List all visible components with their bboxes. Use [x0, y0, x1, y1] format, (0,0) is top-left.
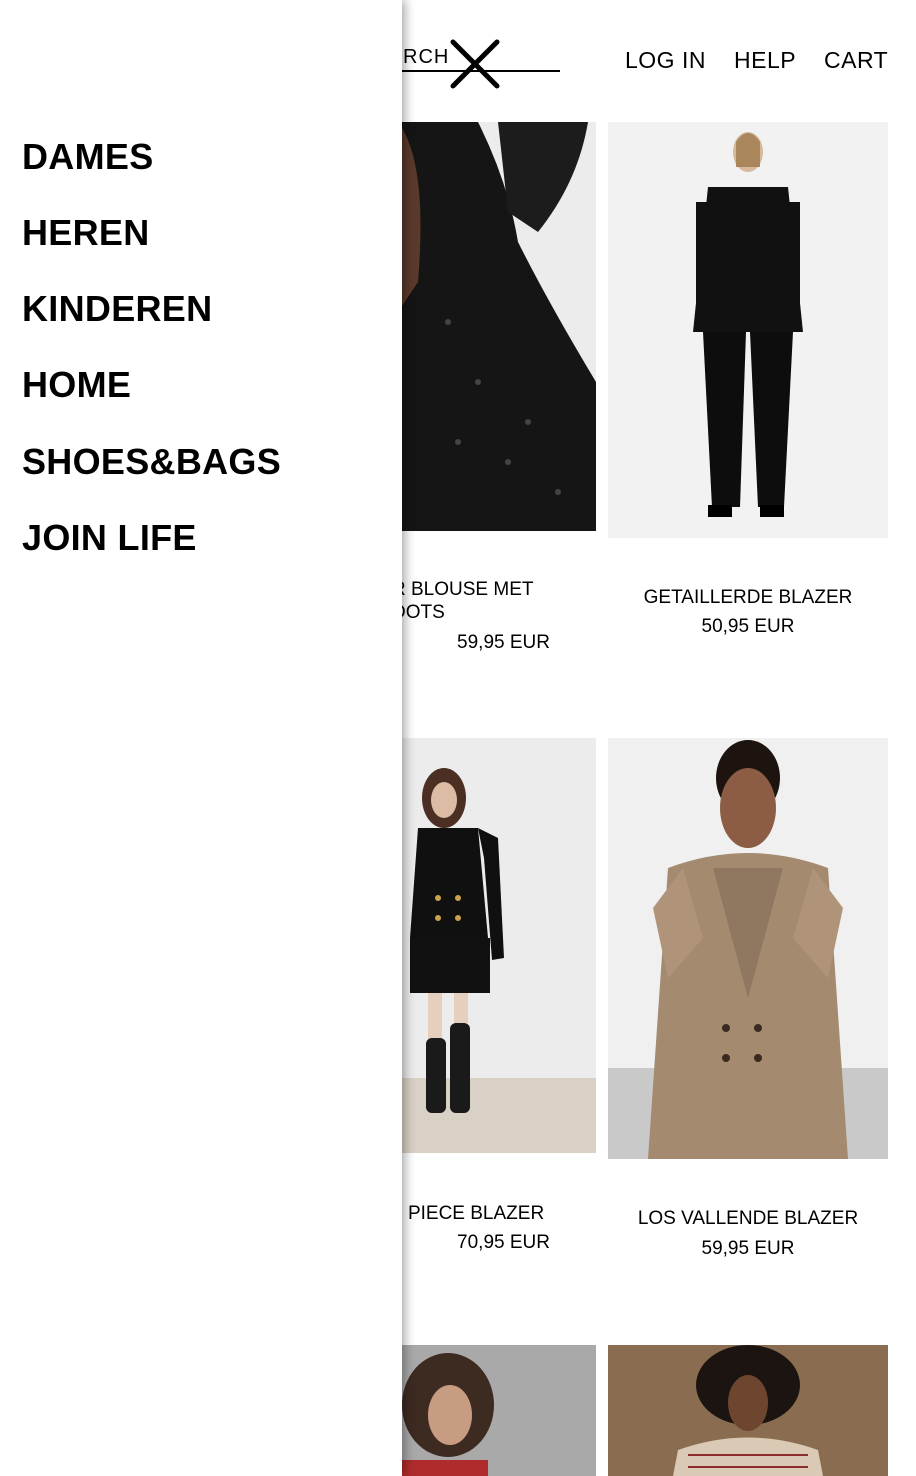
- menu-item-heren[interactable]: HEREN: [22, 212, 150, 254]
- product-image-blouse[interactable]: [388, 122, 596, 531]
- product-name[interactable]: LOS VALLENDE BLAZER: [608, 1207, 888, 1230]
- menu-item-home[interactable]: HOME: [22, 364, 131, 406]
- login-link[interactable]: LOG IN: [625, 47, 706, 74]
- close-icon[interactable]: [448, 37, 502, 91]
- product-image-getaillerde-blazer[interactable]: [608, 122, 888, 538]
- product-image-los-vallende-blazer[interactable]: [608, 738, 888, 1159]
- menu-item-dames[interactable]: DAMES: [22, 136, 154, 178]
- product-name[interactable]: GETAILLERDE BLAZER: [608, 586, 888, 609]
- product-image-row3-right[interactable]: [608, 1345, 888, 1476]
- menu-item-shoes-bags[interactable]: SHOES&BAGS: [22, 441, 281, 483]
- cart-link[interactable]: CART: [824, 47, 888, 74]
- menu-item-kinderen[interactable]: KINDEREN: [22, 288, 212, 330]
- product-name-line1: R BLOUSE MET: [392, 579, 534, 600]
- product-price: 59,95 EUR: [701, 1238, 795, 1259]
- menu-item-join-life[interactable]: JOIN LIFE: [22, 517, 197, 559]
- side-menu-drawer: DAMES HEREN KINDEREN HOME SHOES&BAGS JOI…: [0, 0, 402, 1476]
- product-name-line2: DOTS: [392, 602, 445, 623]
- product-price: 50,95 EUR: [701, 616, 795, 637]
- product-image-piece-blazer[interactable]: [388, 738, 596, 1153]
- help-link[interactable]: HELP: [734, 47, 796, 74]
- product-image-row3-left[interactable]: [388, 1345, 596, 1476]
